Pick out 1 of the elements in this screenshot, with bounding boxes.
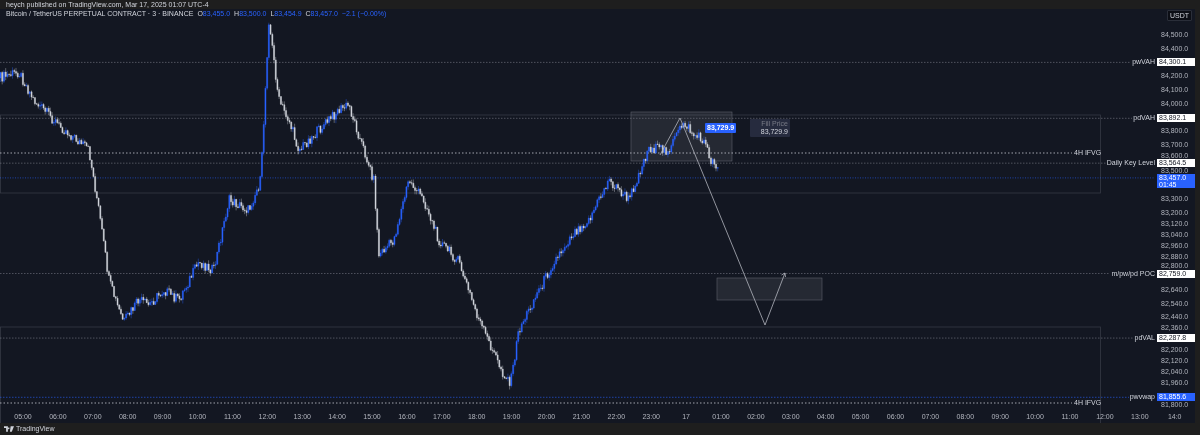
logo-icon: [4, 426, 14, 432]
